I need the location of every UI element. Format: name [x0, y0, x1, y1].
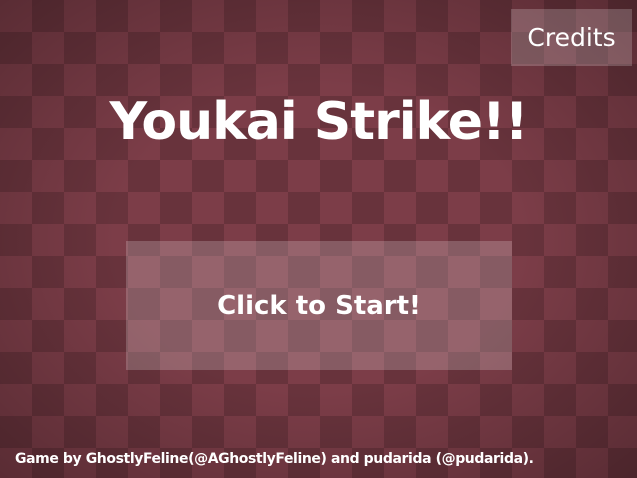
game-title-screen: Credits Youkai Strike!! Click to Start! …: [0, 0, 637, 478]
credits-button[interactable]: Credits: [511, 9, 632, 66]
start-button[interactable]: Click to Start!: [126, 241, 512, 370]
game-title: Youkai Strike!!: [109, 92, 529, 152]
footer-credit-text: Game by GhostlyFeline(@AGhostlyFeline) a…: [15, 451, 534, 467]
